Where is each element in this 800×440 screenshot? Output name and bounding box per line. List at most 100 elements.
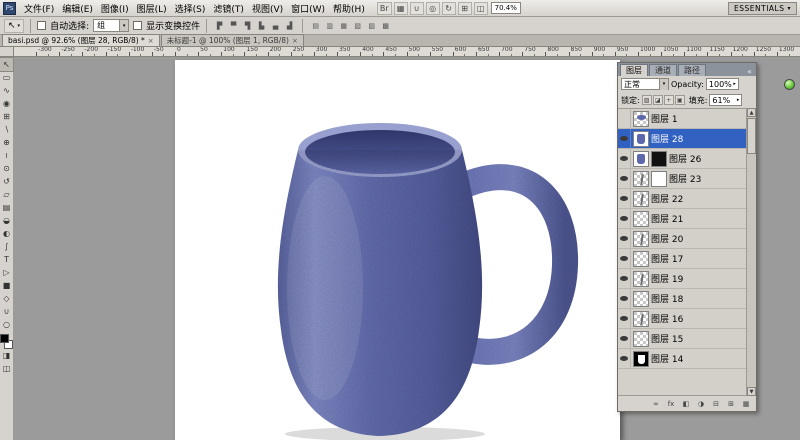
hand-tool-icon[interactable]: ∪ [410, 2, 424, 15]
align-horizontal-centers-icon[interactable]: ▄ [269, 19, 282, 32]
align-bottom-edges-icon[interactable]: ▜ [241, 19, 254, 32]
distribute-right-edges-icon[interactable]: ▩ [379, 19, 392, 32]
zoom-level-field[interactable]: 70.4% [491, 2, 521, 14]
distribute-horizontal-centers-icon[interactable]: ▨ [365, 19, 378, 32]
3d-rotate-tool[interactable]: ◇ [0, 292, 13, 305]
layer-row[interactable]: 图层 21 [618, 209, 746, 229]
menu-help[interactable]: 帮助(H) [329, 1, 369, 16]
layer-thumbnail[interactable] [633, 191, 649, 207]
foreground-color-swatch[interactable] [0, 334, 9, 343]
lock-transparency-icon[interactable]: ▨ [642, 95, 652, 105]
layer-thumbnail[interactable] [633, 331, 649, 347]
scrollbar-thumb[interactable] [747, 118, 756, 154]
hand-tool[interactable]: ∪ [0, 305, 13, 318]
distribute-vertical-centers-icon[interactable]: ▥ [323, 19, 336, 32]
opacity-field[interactable]: 100% ▸ [706, 78, 739, 90]
quick-selection-tool[interactable]: ◉ [0, 97, 13, 110]
blend-mode-dropdown[interactable]: 正常 ▾ [621, 78, 669, 90]
menu-layer[interactable]: 图层(L) [133, 1, 171, 16]
collapse-panel-icon[interactable]: « [745, 67, 754, 76]
canvas-area[interactable]: 图层通道路径« 正常 ▾ Opacity: 100% ▸ 锁定: ▨◪+▣ 填充… [14, 57, 800, 440]
align-right-edges-icon[interactable]: ▟ [283, 19, 296, 32]
menu-filter[interactable]: 滤镜(T) [209, 1, 248, 16]
workspace-switcher[interactable]: ESSENTIALS ▾ [728, 2, 797, 15]
eraser-tool[interactable]: ▱ [0, 188, 13, 201]
layer-thumbnail[interactable] [633, 271, 649, 287]
history-brush-tool[interactable]: ↺ [0, 175, 13, 188]
document-tab-untitled[interactable]: 未标题-1 @ 100% (图层 1, RGB/8)× [161, 34, 304, 46]
layer-visibility-toggle[interactable] [618, 209, 631, 228]
layer-visibility-toggle[interactable] [618, 109, 631, 128]
menu-view[interactable]: 视图(V) [248, 1, 287, 16]
layer-row[interactable]: 图层 26 [618, 149, 746, 169]
rotate-view-icon[interactable]: ↻ [442, 2, 456, 15]
eyedropper-tool[interactable]: ∖ [0, 123, 13, 136]
layer-visibility-toggle[interactable] [618, 169, 631, 188]
layer-thumbnail[interactable] [633, 151, 649, 167]
auto-select-checkbox[interactable] [37, 21, 46, 30]
document-canvas[interactable] [175, 60, 620, 440]
pen-tool[interactable]: ∫ [0, 240, 13, 253]
layers-scrollbar[interactable]: ▲ ▼ [746, 108, 756, 396]
close-icon[interactable]: × [292, 37, 298, 45]
rectangle-tool[interactable]: ■ [0, 279, 13, 292]
layer-thumbnail[interactable] [633, 251, 649, 267]
layer-visibility-toggle[interactable] [618, 189, 631, 208]
layer-thumbnail[interactable] [633, 351, 649, 367]
layer-row[interactable]: 图层 15 [618, 329, 746, 349]
distribute-top-edges-icon[interactable]: ▤ [309, 19, 322, 32]
brush-tool[interactable]: ≀ [0, 149, 13, 162]
layer-visibility-toggle[interactable] [618, 269, 631, 288]
adjustment-layer-icon[interactable]: ◑ [695, 398, 707, 409]
layer-thumbnail[interactable] [633, 311, 649, 327]
path-selection-tool[interactable]: ▷ [0, 266, 13, 279]
arrange-documents-icon[interactable]: ⊞ [458, 2, 472, 15]
layer-row[interactable]: 图层 22 [618, 189, 746, 209]
layer-row[interactable]: 图层 19 [618, 269, 746, 289]
auto-select-scope-dropdown[interactable]: 组 ▾ [93, 19, 129, 32]
blur-tool[interactable]: ◒ [0, 214, 13, 227]
menu-window[interactable]: 窗口(W) [287, 1, 329, 16]
close-icon[interactable]: × [148, 37, 154, 45]
layer-row[interactable]: 图层 1 [618, 109, 746, 129]
lasso-tool[interactable]: ∿ [0, 84, 13, 97]
horizontal-ruler[interactable]: -300-250-200-150-100-5005010015020025030… [0, 47, 800, 57]
scroll-down-arrow[interactable]: ▼ [747, 387, 756, 396]
scroll-up-arrow[interactable]: ▲ [747, 108, 756, 117]
view-extras-icon[interactable]: ▦ [394, 2, 408, 15]
zoom-tool[interactable]: ○ [0, 318, 13, 331]
layer-visibility-toggle[interactable] [618, 129, 631, 148]
layer-row[interactable]: 图层 16 [618, 309, 746, 329]
clone-stamp-tool[interactable]: ⊙ [0, 162, 13, 175]
align-top-edges-icon[interactable]: ▛ [213, 19, 226, 32]
document-tab-basi[interactable]: basi.psd @ 92.6% (图层 28, RGB/8) *× [2, 34, 160, 46]
healing-brush-tool[interactable]: ⊕ [0, 136, 13, 149]
collapsed-panel-button[interactable] [784, 79, 795, 90]
gradient-tool[interactable]: ▤ [0, 201, 13, 214]
distribute-left-edges-icon[interactable]: ▧ [351, 19, 364, 32]
tool-preset-picker[interactable]: ↖ ▾ [4, 19, 24, 33]
panel-tab-paths[interactable]: 路径 [678, 64, 706, 76]
align-left-edges-icon[interactable]: ▙ [255, 19, 268, 32]
lock-pixels-icon[interactable]: ◪ [653, 95, 663, 105]
layer-visibility-toggle[interactable] [618, 289, 631, 308]
menu-edit[interactable]: 编辑(E) [58, 1, 97, 16]
lock-all-icon[interactable]: ▣ [675, 95, 685, 105]
align-vertical-centers-icon[interactable]: ▀ [227, 19, 240, 32]
layer-row[interactable]: 图层 20 [618, 229, 746, 249]
lock-position-icon[interactable]: + [664, 95, 674, 105]
menu-image[interactable]: 图像(I) [97, 1, 133, 16]
layer-thumbnail[interactable] [633, 131, 649, 147]
screen-mode-icon[interactable]: ◫ [474, 2, 488, 15]
launch-bridge-icon[interactable]: Br [377, 2, 392, 15]
move-tool[interactable]: ↖ [0, 58, 13, 71]
dodge-tool[interactable]: ◐ [0, 227, 13, 240]
show-transform-controls-checkbox[interactable] [133, 21, 142, 30]
layer-visibility-toggle[interactable] [618, 249, 631, 268]
layer-thumbnail[interactable] [633, 111, 649, 127]
layer-row[interactable]: 图层 23 [618, 169, 746, 189]
crop-tool[interactable]: ⊞ [0, 110, 13, 123]
layer-row[interactable]: 图层 28 [618, 129, 746, 149]
menu-select[interactable]: 选择(S) [171, 1, 210, 16]
new-layer-icon[interactable]: ⊞ [725, 398, 737, 409]
